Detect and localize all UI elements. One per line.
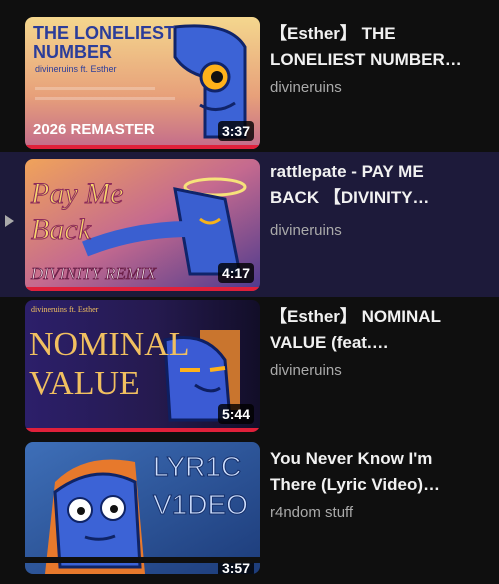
thumbnail-text-line1: Pay Me: [30, 177, 123, 210]
thumbnail-credit: divineruins ft. Esther: [35, 64, 117, 74]
video-thumbnail[interactable]: THE LONELIEST NUMBER divineruins ft. Est…: [25, 17, 260, 149]
thumbnail-text-line1: NOMINAL: [29, 326, 190, 363]
watch-progress-bar: [25, 145, 260, 149]
video-thumbnail[interactable]: divineruins ft. Esther NOMINAL VALUE 5:4…: [25, 300, 260, 432]
thumbnail-text-line2: VALUE: [29, 365, 140, 402]
duration-badge: 5:44: [217, 404, 254, 424]
thumbnail-footer: DIVINITY REMIX: [30, 264, 157, 283]
duration-badge: 4:17: [217, 263, 254, 283]
video-title[interactable]: rattlepate - PAY ME BACK 【DIVINITY REMIX…: [270, 159, 470, 211]
video-title[interactable]: 【Esther】 THE LONELIEST NUMBER (2026 Rema…: [270, 21, 470, 73]
thumbnail-text-line2: NUMBER: [33, 42, 112, 62]
playlist-item[interactable]: THE LONELIEST NUMBER divineruins ft. Est…: [0, 17, 499, 159]
thumbnail-footer: 2026 REMASTER: [33, 121, 155, 138]
video-title[interactable]: 【Esther】 NOMINAL VALUE (feat. divineruin…: [270, 304, 470, 356]
channel-name[interactable]: divineruins: [270, 79, 342, 97]
channel-name[interactable]: divineruins: [270, 222, 342, 240]
thumbnail-text-line2: V1DEO: [153, 489, 248, 520]
watch-progress-bar: [25, 287, 260, 291]
video-thumbnail[interactable]: Pay Me Back DIVINITY REMIX 4:17: [25, 159, 260, 291]
video-thumbnail[interactable]: LYR1C V1DEO 3:57: [25, 442, 260, 574]
watch-progress-bar: [25, 428, 260, 432]
duration-badge: 3:37: [217, 121, 254, 141]
thumbnail-credit: divineruins ft. Esther: [31, 305, 99, 314]
now-playing-icon: [5, 215, 14, 227]
video-title[interactable]: You Never Know I'm There (Lyric Video) […: [270, 446, 470, 498]
playlist-item[interactable]: divineruins ft. Esther NOMINAL VALUE 5:4…: [0, 300, 499, 442]
thumbnail-text-line1: THE LONELIEST: [33, 23, 175, 43]
list-bottom-edge: [0, 557, 499, 563]
channel-name[interactable]: divineruins: [270, 362, 342, 380]
playlist-item-current[interactable]: Pay Me Back DIVINITY REMIX 4:17 rattlepa…: [0, 152, 499, 297]
thumbnail-text-line1: LYR1C: [153, 451, 241, 482]
channel-name[interactable]: r4ndom stuff: [270, 504, 353, 522]
thumbnail-text-line2: Back: [31, 213, 92, 246]
thumbnail-image: LYR1C V1DEO: [25, 442, 260, 574]
